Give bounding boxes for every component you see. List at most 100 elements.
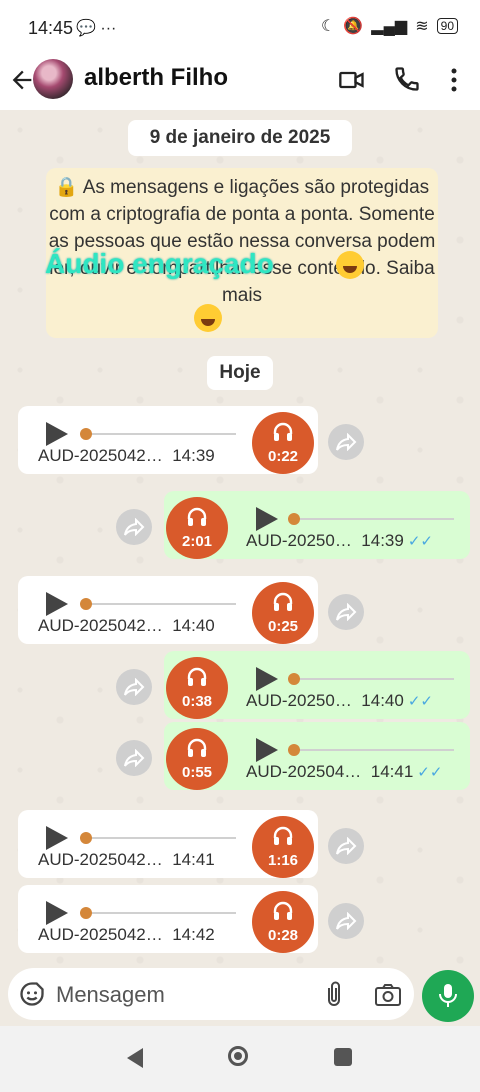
audio-avatar: 1:16 bbox=[252, 816, 314, 878]
audio-avatar: 0:22 bbox=[252, 412, 314, 474]
wifi-icon: ≋ bbox=[415, 18, 429, 35]
message-time: 14:40 bbox=[172, 616, 215, 635]
seek-handle[interactable] bbox=[80, 907, 92, 919]
seek-handle[interactable] bbox=[288, 513, 300, 525]
forward-button[interactable] bbox=[328, 903, 364, 939]
audio-avatar: 0:38 bbox=[166, 657, 228, 719]
status-bar: 14:45 💬 ··· ☾ 🔕 ▂▄▆ ≋ 90 bbox=[0, 0, 480, 56]
forward-icon bbox=[335, 912, 357, 930]
contact-name[interactable]: alberth Filho bbox=[84, 64, 228, 92]
audio-filename: AUD-2025042… bbox=[38, 616, 163, 635]
message-time: 14:41 bbox=[370, 762, 414, 781]
more-options-icon[interactable] bbox=[444, 65, 464, 95]
message-time: 14:41 bbox=[172, 850, 215, 869]
mute-icon: 🔕 bbox=[343, 18, 364, 35]
signal-icon: ▂▄▆ bbox=[371, 18, 408, 35]
phone-icon[interactable] bbox=[393, 65, 421, 93]
incoming-audio-message[interactable]: AUD-2025042… 14:39 0:22 bbox=[18, 406, 318, 474]
audio-filename: AUD-2025042… bbox=[38, 925, 163, 944]
battery-icon: 90 bbox=[436, 18, 458, 34]
camera-icon[interactable] bbox=[374, 982, 402, 1008]
nav-home-icon[interactable] bbox=[228, 1046, 248, 1066]
audio-meta: AUD-2025042… 14:40 bbox=[38, 616, 215, 636]
seek-handle[interactable] bbox=[80, 832, 92, 844]
status-right-icons: ☾ 🔕 ▂▄▆ ≋ 90 bbox=[321, 16, 458, 36]
audio-filename: AUD-20250… bbox=[246, 531, 352, 550]
play-icon[interactable] bbox=[46, 422, 68, 446]
seek-handle[interactable] bbox=[288, 673, 300, 685]
seek-handle[interactable] bbox=[80, 428, 92, 440]
forward-icon bbox=[335, 603, 357, 621]
audio-duration: 1:16 bbox=[267, 852, 299, 869]
audio-duration: 0:22 bbox=[267, 448, 299, 465]
audio-duration: 0:25 bbox=[267, 618, 299, 635]
forward-icon bbox=[123, 518, 145, 536]
message-input[interactable] bbox=[54, 974, 308, 1016]
forward-button[interactable] bbox=[328, 424, 364, 460]
audio-meta: AUD-2025042… 14:42 bbox=[38, 925, 215, 945]
audio-seekbar[interactable] bbox=[86, 433, 236, 435]
audio-seekbar[interactable] bbox=[86, 912, 236, 914]
system-nav-bar bbox=[0, 1026, 480, 1092]
seek-handle[interactable] bbox=[80, 598, 92, 610]
audio-seekbar[interactable] bbox=[86, 837, 236, 839]
forward-icon bbox=[123, 749, 145, 767]
play-icon[interactable] bbox=[256, 667, 278, 691]
outgoing-audio-message[interactable]: AUD-202504… 14:41 ✓✓ 0:55 bbox=[164, 722, 470, 790]
audio-seekbar[interactable] bbox=[294, 518, 454, 520]
message-time: 14:39 bbox=[361, 531, 404, 550]
audio-avatar: 0:28 bbox=[252, 891, 314, 953]
audio-meta: AUD-2025042… 14:41 bbox=[38, 850, 215, 870]
play-icon[interactable] bbox=[46, 826, 68, 850]
forward-button[interactable] bbox=[328, 828, 364, 864]
chat-area: 9 de janeiro de 2025 🔒 As mensagens e li… bbox=[0, 110, 480, 976]
audio-filename: AUD-2025042… bbox=[38, 446, 163, 465]
audio-filename: AUD-2025042… bbox=[38, 850, 163, 869]
audio-filename: AUD-202504… bbox=[246, 762, 362, 781]
audio-meta: AUD-20250… 14:40 ✓✓ bbox=[246, 691, 433, 711]
nav-recents-icon[interactable] bbox=[334, 1048, 352, 1066]
outgoing-audio-message[interactable]: AUD-20250… 14:39 ✓✓ 2:01 bbox=[164, 491, 470, 559]
audio-seekbar[interactable] bbox=[294, 678, 454, 680]
forward-icon bbox=[335, 837, 357, 855]
audio-meta: AUD-202504… 14:41 ✓✓ bbox=[246, 762, 442, 782]
notification-icons: 💬 ··· bbox=[76, 20, 117, 37]
video-caption: Áudio engraçado bbox=[45, 248, 274, 279]
nav-back-icon[interactable] bbox=[127, 1048, 143, 1068]
back-arrow-icon[interactable] bbox=[8, 66, 36, 94]
audio-duration: 0:28 bbox=[267, 927, 299, 944]
play-icon[interactable] bbox=[256, 738, 278, 762]
sticker-icon[interactable] bbox=[18, 980, 46, 1008]
message-time: 14:42 bbox=[172, 925, 215, 944]
seek-handle[interactable] bbox=[288, 744, 300, 756]
mic-icon bbox=[439, 984, 457, 1007]
incoming-audio-message[interactable]: AUD-2025042… 14:41 1:16 bbox=[18, 810, 318, 878]
forward-button[interactable] bbox=[116, 669, 152, 705]
forward-icon bbox=[123, 678, 145, 696]
mic-button[interactable] bbox=[422, 970, 474, 1022]
audio-filename: AUD-20250… bbox=[246, 691, 352, 710]
play-icon[interactable] bbox=[256, 507, 278, 531]
outgoing-audio-message[interactable]: AUD-20250… 14:40 ✓✓ 0:38 bbox=[164, 651, 470, 719]
moon-icon: ☾ bbox=[321, 18, 336, 35]
audio-meta: AUD-20250… 14:39 ✓✓ bbox=[246, 531, 433, 551]
laughing-emoji-icon bbox=[194, 304, 222, 332]
forward-button[interactable] bbox=[328, 594, 364, 630]
forward-button[interactable] bbox=[116, 740, 152, 776]
avatar[interactable] bbox=[33, 59, 73, 99]
read-ticks-icon: ✓✓ bbox=[407, 533, 433, 550]
message-time: 14:39 bbox=[172, 446, 215, 465]
chat-header: alberth Filho bbox=[0, 56, 480, 110]
date-separator: 9 de janeiro de 2025 bbox=[128, 120, 352, 156]
audio-seekbar[interactable] bbox=[86, 603, 236, 605]
read-ticks-icon: ✓✓ bbox=[417, 764, 443, 781]
incoming-audio-message[interactable]: AUD-2025042… 14:42 0:28 bbox=[18, 885, 318, 953]
play-icon[interactable] bbox=[46, 592, 68, 616]
forward-button[interactable] bbox=[116, 509, 152, 545]
audio-duration: 0:38 bbox=[181, 693, 213, 710]
attach-icon[interactable] bbox=[322, 980, 346, 1008]
play-icon[interactable] bbox=[46, 901, 68, 925]
incoming-audio-message[interactable]: AUD-2025042… 14:40 0:25 bbox=[18, 576, 318, 644]
video-call-icon[interactable] bbox=[338, 66, 366, 94]
audio-seekbar[interactable] bbox=[294, 749, 454, 751]
